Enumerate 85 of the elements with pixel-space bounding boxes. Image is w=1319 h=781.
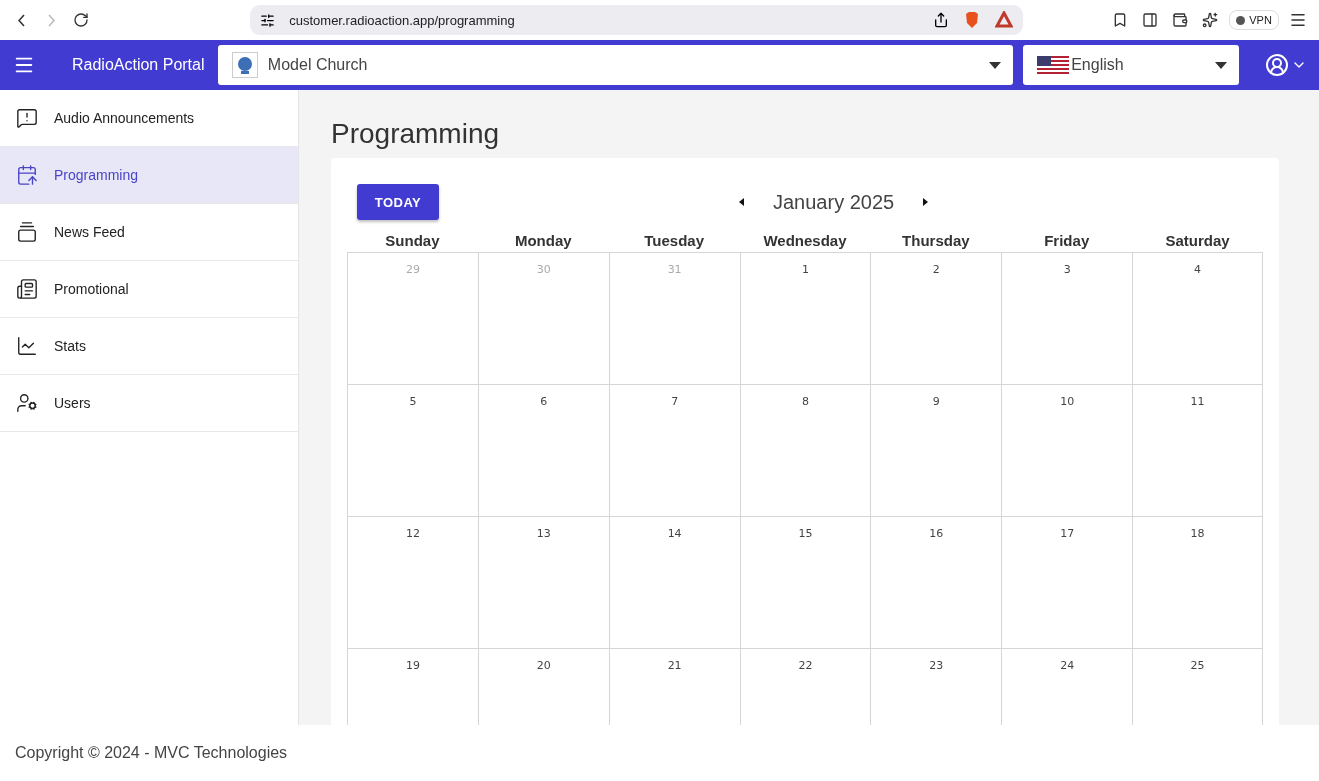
day-number: 23 bbox=[929, 659, 944, 673]
month-title: January 2025 bbox=[773, 190, 895, 214]
day-number: 5 bbox=[409, 395, 417, 409]
day-number: 24 bbox=[1060, 659, 1075, 673]
caret-icon bbox=[1215, 61, 1227, 69]
vpn-button[interactable]: VPN bbox=[1229, 10, 1279, 30]
day-cell[interactable]: 6 bbox=[477, 384, 609, 516]
today-button[interactable]: TODAY bbox=[357, 184, 439, 220]
day-number: 19 bbox=[405, 659, 420, 673]
day-number: 3 bbox=[1063, 263, 1071, 277]
panel-icon bbox=[1142, 12, 1159, 28]
day-cell[interactable]: 12 bbox=[347, 516, 478, 648]
address-bar[interactable]: customer.radioaction.app/programming bbox=[250, 5, 1023, 35]
weekday-header: Monday bbox=[513, 232, 573, 251]
day-number: 16 bbox=[929, 527, 944, 541]
day-cell[interactable]: 7 bbox=[608, 384, 740, 516]
user-icon bbox=[1265, 53, 1289, 77]
day-cell[interactable]: 17 bbox=[1001, 516, 1133, 648]
day-number: 31 bbox=[667, 263, 682, 277]
day-number: 7 bbox=[671, 395, 679, 409]
day-cell[interactable]: 4 bbox=[1132, 252, 1263, 384]
weekday-header: Friday bbox=[1043, 232, 1091, 251]
day-cell[interactable]: 2 bbox=[870, 252, 1002, 384]
wallet-icon bbox=[1172, 12, 1189, 28]
triangle-icon[interactable] bbox=[994, 11, 1013, 29]
share-icon[interactable] bbox=[932, 12, 949, 28]
day-cell[interactable]: 5 bbox=[347, 384, 478, 516]
day-number: 1 bbox=[802, 263, 809, 277]
app-title: RadioAction Portal bbox=[72, 56, 206, 74]
menu-icon bbox=[1288, 11, 1307, 29]
day-number: 22 bbox=[798, 659, 813, 673]
document-icon bbox=[16, 278, 38, 300]
day-number: 6 bbox=[540, 395, 548, 409]
chevron-right-icon bbox=[47, 13, 55, 27]
day-cell[interactable]: 1 bbox=[739, 252, 871, 384]
message-alert-icon bbox=[16, 107, 38, 129]
day-cell[interactable]: 8 bbox=[739, 384, 871, 516]
day-cell[interactable]: 14 bbox=[608, 516, 740, 648]
day-number: 21 bbox=[667, 659, 682, 673]
day-number: 2 bbox=[932, 263, 940, 277]
logo-icon bbox=[231, 52, 258, 78]
day-number: 20 bbox=[536, 659, 551, 673]
day-cell[interactable]: 10 bbox=[1001, 384, 1133, 516]
day-number: 18 bbox=[1190, 527, 1205, 541]
organization-select[interactable]: Model Church bbox=[217, 45, 1014, 85]
weekday-header: Wednesday bbox=[762, 232, 848, 251]
reload-icon bbox=[73, 12, 90, 28]
day-cell[interactable]: 11 bbox=[1132, 384, 1263, 516]
day-number: 15 bbox=[798, 527, 813, 541]
day-cell[interactable]: 13 bbox=[477, 516, 609, 648]
day-number: 14 bbox=[667, 527, 682, 541]
sparkle-icon bbox=[1202, 12, 1219, 28]
us-flag-icon bbox=[1037, 56, 1070, 74]
sidebar-item[interactable]: Programming bbox=[0, 147, 298, 204]
day-cell[interactable]: 3 bbox=[1001, 252, 1133, 384]
day-cell[interactable]: 16 bbox=[870, 516, 1002, 648]
day-cell[interactable]: 18 bbox=[1132, 516, 1263, 648]
day-number: 10 bbox=[1060, 395, 1075, 409]
site-settings-icon[interactable] bbox=[260, 12, 276, 28]
weekday-header: Sunday bbox=[384, 232, 441, 251]
url-text: customer.radioaction.app/programming bbox=[289, 12, 516, 28]
user-gear-icon bbox=[16, 392, 38, 414]
day-number: 8 bbox=[802, 395, 809, 409]
day-number: 13 bbox=[536, 527, 551, 541]
day-number: 12 bbox=[405, 527, 420, 541]
day-number: 4 bbox=[1194, 263, 1202, 277]
day-number: 30 bbox=[536, 263, 551, 277]
weekday-header: Tuesday bbox=[643, 232, 705, 251]
weekday-header: Saturday bbox=[1164, 232, 1231, 251]
copyright-text: Copyright © 2024 - MVC Technologies bbox=[15, 744, 288, 762]
day-cell[interactable]: 9 bbox=[870, 384, 1002, 516]
calendar-icon bbox=[16, 164, 38, 186]
day-number: 29 bbox=[405, 263, 420, 277]
day-number: 17 bbox=[1060, 527, 1075, 541]
language-select[interactable]: English bbox=[1023, 45, 1239, 85]
day-number: 25 bbox=[1190, 659, 1205, 673]
page-title: Programming bbox=[331, 118, 501, 150]
weekday-header: Thursday bbox=[901, 232, 971, 251]
day-number: 11 bbox=[1190, 395, 1205, 409]
caret-icon bbox=[989, 61, 1002, 69]
chevron-left-icon bbox=[17, 13, 25, 27]
day-cell[interactable]: 15 bbox=[739, 516, 871, 648]
day-number: 9 bbox=[932, 395, 940, 409]
previous-month-button[interactable] bbox=[737, 196, 747, 208]
stacked-windows-icon bbox=[16, 221, 38, 243]
